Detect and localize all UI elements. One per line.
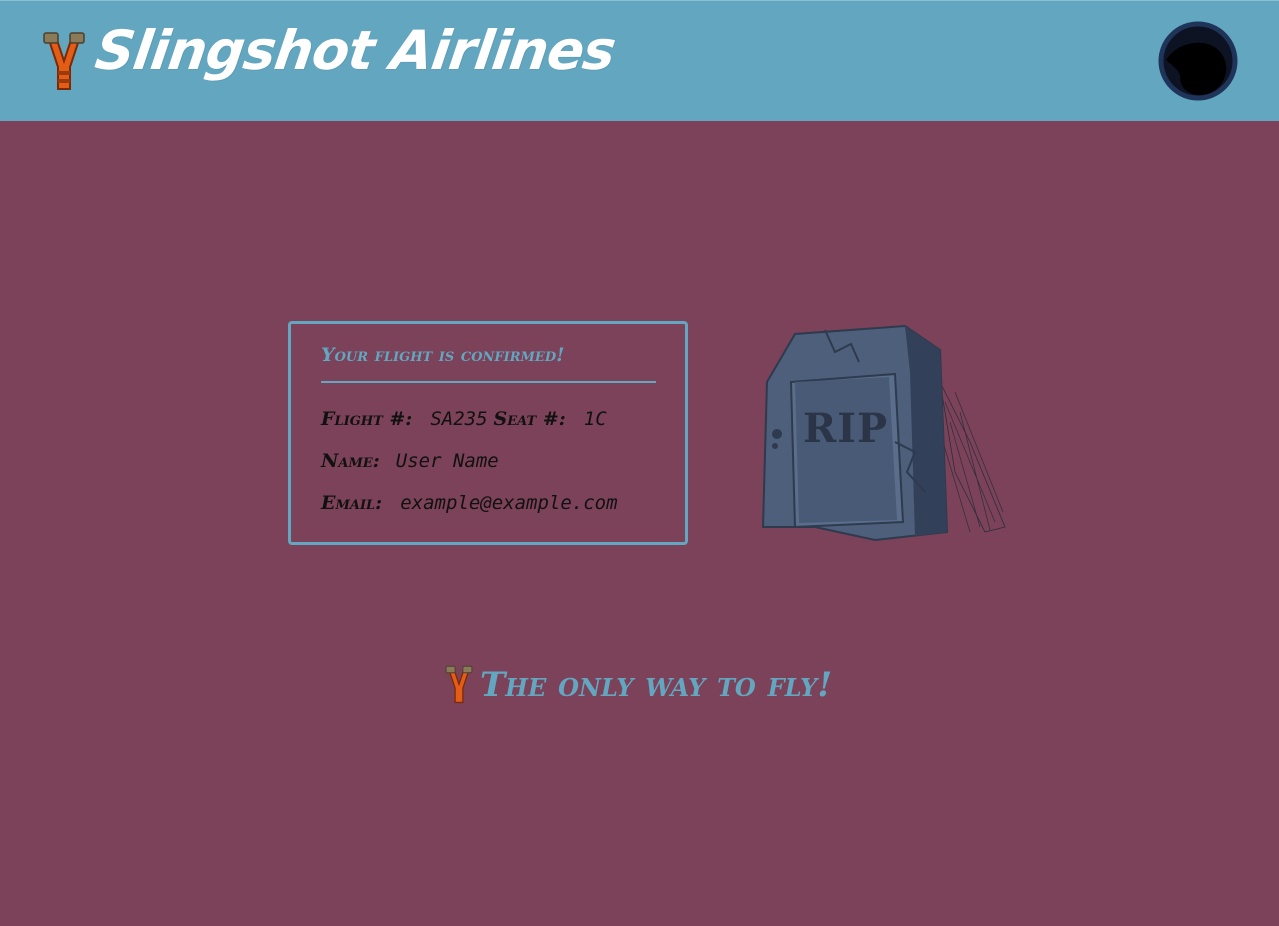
site-title: Slingshot Airlines [91,19,619,82]
email-value: example@example.com [400,492,618,514]
confirmation-card: Your flight is confirmed! Flight #: SA23… [288,321,688,545]
slingshot-icon [445,665,473,704]
slingshot-icon [43,32,85,90]
user-avatar-button[interactable] [1158,21,1238,101]
site-header: Slingshot Airlines [0,0,1279,121]
name-label: Name: [321,450,380,472]
confirmation-title: Your flight is confirmed! [321,344,565,366]
seat-label: Seat #: [493,408,566,430]
flight-label: Flight #: [321,408,413,430]
title-divider [321,381,656,383]
name-value: User Name [395,450,499,472]
tagline-text: The only way to fly! [480,665,833,705]
seat-value: 1C [583,408,607,430]
tombstone-icon: RIP [761,324,1006,542]
email-row: Email: example@example.com [321,492,618,514]
flight-seat-row: Flight #: SA235 Seat #: 1C [321,408,607,430]
tombstone-engraving: RIP [803,405,888,452]
email-label: Email: [321,492,383,514]
footer-tagline: The only way to fly! [444,660,832,710]
name-row: Name: User Name [321,450,499,472]
flight-value: SA235 [430,408,488,430]
